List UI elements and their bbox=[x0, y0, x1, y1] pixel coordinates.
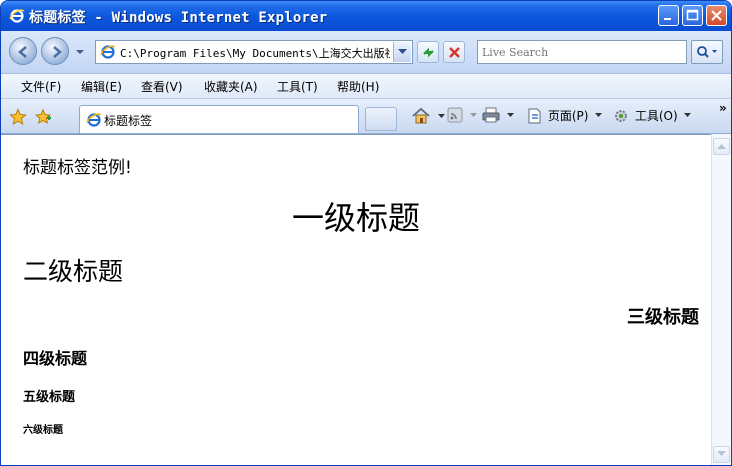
tab-bar: 标题标签 页面(P) 工具(O) » bbox=[1, 99, 731, 134]
menu-bar: 文件(F) 编辑(E) 查看(V) 收藏夹(A) 工具(T) 帮助(H) bbox=[1, 74, 731, 99]
feeds-icon bbox=[447, 107, 463, 123]
scroll-up-button[interactable] bbox=[713, 138, 730, 155]
home-icon bbox=[412, 107, 430, 124]
chevron-up-icon bbox=[717, 144, 726, 149]
ie-icon bbox=[100, 45, 116, 59]
search-icon bbox=[697, 46, 717, 58]
heading-level-3: 三级标题 bbox=[627, 307, 699, 328]
heading-level-4: 四级标题 bbox=[23, 349, 88, 368]
address-field[interactable]: C:\Program Files\My Documents\上海交大出版社 bbox=[95, 40, 413, 64]
forward-arrow-icon bbox=[53, 46, 62, 58]
search-button[interactable] bbox=[691, 40, 723, 64]
page-menu-label: 页面(P) bbox=[547, 109, 589, 123]
back-button[interactable] bbox=[9, 37, 37, 65]
browser-window: 标题标签 - Windows Internet Explorer C:\Prog… bbox=[0, 0, 732, 466]
heading-level-2: 二级标题 bbox=[23, 257, 124, 286]
forward-button[interactable] bbox=[41, 37, 69, 65]
chevron-down-icon bbox=[595, 113, 603, 117]
print-icon bbox=[482, 107, 500, 123]
intro-text: 标题标签范例! bbox=[23, 158, 132, 178]
minimize-button[interactable] bbox=[658, 5, 679, 26]
print-button[interactable] bbox=[482, 107, 514, 125]
chevron-down-icon bbox=[506, 112, 514, 117]
menu-edit[interactable]: 编辑(E) bbox=[81, 78, 122, 95]
tools-gear-icon bbox=[615, 109, 627, 122]
close-icon bbox=[711, 10, 722, 21]
tab-current[interactable]: 标题标签 bbox=[79, 105, 359, 133]
add-favorites-icon[interactable] bbox=[35, 108, 53, 126]
favorites-star-icon[interactable] bbox=[9, 108, 27, 126]
heading-level-1: 一级标题 bbox=[291, 199, 420, 237]
ie-icon bbox=[9, 9, 25, 23]
tools-menu-button[interactable]: 工具(O) bbox=[613, 107, 692, 125]
back-arrow-icon bbox=[18, 46, 27, 58]
window-title: 标题标签 - Windows Internet Explorer bbox=[29, 10, 328, 26]
menu-favorites[interactable]: 收藏夹(A) bbox=[204, 78, 258, 95]
minimize-icon bbox=[664, 18, 671, 20]
chevron-down-icon bbox=[437, 113, 445, 118]
recent-pages-dropdown-icon[interactable] bbox=[75, 48, 85, 56]
title-bar: 标题标签 - Windows Internet Explorer bbox=[1, 1, 731, 31]
chevron-down-icon bbox=[398, 49, 407, 54]
page-menu-button[interactable]: 页面(P) bbox=[527, 107, 603, 125]
ie-icon bbox=[86, 113, 102, 127]
address-dropdown-button[interactable] bbox=[393, 42, 411, 62]
vertical-scrollbar[interactable] bbox=[711, 134, 731, 465]
home-button[interactable] bbox=[411, 107, 445, 125]
refresh-button[interactable] bbox=[417, 41, 439, 63]
menu-tools[interactable]: 工具(T) bbox=[277, 78, 318, 95]
search-field[interactable] bbox=[477, 40, 687, 64]
refresh-icon bbox=[423, 47, 434, 58]
address-bar: C:\Program Files\My Documents\上海交大出版社 bbox=[1, 31, 731, 74]
feeds-button[interactable] bbox=[447, 107, 477, 125]
page-content: 标题标签范例! 一级标题 二级标题 三级标题 四级标题 五级标题 六级标题 bbox=[1, 134, 711, 465]
chevron-down-icon bbox=[717, 451, 726, 456]
more-commands-chevron[interactable]: » bbox=[719, 101, 727, 115]
close-button[interactable] bbox=[706, 5, 727, 26]
page-icon bbox=[528, 108, 541, 123]
chevron-down-icon bbox=[684, 113, 692, 117]
url-text[interactable]: C:\Program Files\My Documents\上海交大出版社 bbox=[120, 45, 390, 61]
tab-label: 标题标签 bbox=[104, 114, 153, 128]
heading-level-6: 六级标题 bbox=[23, 425, 63, 436]
search-input[interactable] bbox=[482, 43, 680, 61]
menu-file[interactable]: 文件(F) bbox=[21, 78, 61, 95]
maximize-button[interactable] bbox=[682, 5, 703, 26]
maximize-icon bbox=[686, 9, 699, 21]
scroll-down-button[interactable] bbox=[713, 446, 730, 463]
tools-menu-label: 工具(O) bbox=[634, 109, 678, 123]
menu-view[interactable]: 查看(V) bbox=[141, 78, 183, 95]
new-tab-button[interactable] bbox=[365, 107, 397, 131]
stop-button[interactable] bbox=[443, 41, 465, 63]
chevron-down-icon bbox=[469, 112, 477, 117]
stop-icon bbox=[449, 47, 460, 58]
heading-level-5: 五级标题 bbox=[23, 390, 76, 405]
menu-help[interactable]: 帮助(H) bbox=[337, 78, 379, 95]
